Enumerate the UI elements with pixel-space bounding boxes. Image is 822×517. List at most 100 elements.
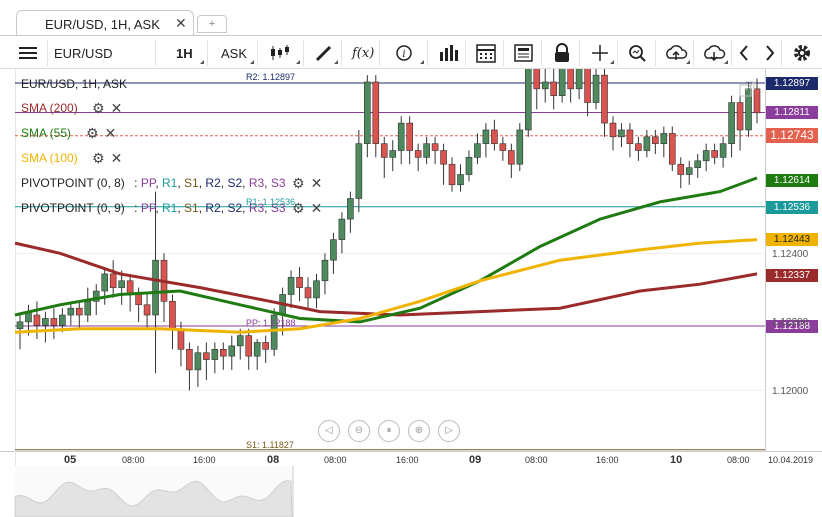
settings-button[interactable] (786, 40, 818, 66)
dropdown-corner-icon (334, 60, 338, 64)
candle-body (482, 129, 490, 144)
popout-icon[interactable] (738, 80, 756, 98)
candle-body (143, 304, 151, 316)
candle-body (719, 143, 727, 158)
volume-button[interactable] (430, 40, 466, 66)
candle-body (355, 143, 363, 199)
candle-body (372, 81, 380, 144)
candle-body (287, 277, 295, 295)
download-button[interactable] (696, 40, 732, 66)
candle-body (694, 160, 702, 168)
time-label: 08:00 (525, 455, 548, 465)
close-icon[interactable]: ✕ (105, 125, 117, 142)
function-icon: f(x) (352, 46, 375, 61)
candle-body (50, 318, 58, 326)
navigator-window (293, 466, 765, 517)
menu-button[interactable] (8, 40, 48, 66)
candle-body (643, 136, 651, 151)
gear-icon (794, 45, 810, 61)
candle-body (406, 122, 413, 151)
bar-chart-icon (440, 45, 458, 61)
pivot-pp: PP (140, 176, 156, 190)
close-icon[interactable]: ✕ (111, 100, 123, 117)
price-chart[interactable] (0, 69, 822, 517)
gear-icon[interactable]: ⚙ (92, 150, 105, 167)
pivot-s3: S3 (270, 176, 286, 190)
tab-close-icon[interactable]: ✕ (175, 15, 187, 32)
candle-body (423, 143, 430, 158)
candle-body (508, 150, 515, 165)
side-selector[interactable]: ASK (212, 40, 258, 66)
chart-area[interactable]: EUR/USD, 1H, ASK SMA (200) ⚙ ✕ SMA (55) … (0, 69, 822, 517)
candle-body (347, 198, 354, 220)
upload-button[interactable] (658, 40, 694, 66)
zoom-button[interactable] (620, 40, 656, 66)
pivot-r2: R2 (205, 176, 221, 190)
s1-level-label: S1: 1.11827 (246, 440, 294, 450)
dropdown-corner-icon (296, 60, 300, 64)
candle-body (524, 69, 532, 131)
candle-body (440, 150, 447, 165)
chart-tab[interactable]: EUR/USD, 1H, ASK ✕ (16, 10, 194, 36)
new-tab-button[interactable]: + (197, 15, 227, 33)
candle-body (364, 81, 371, 144)
zoom-in-button[interactable]: ⊕ (408, 420, 430, 442)
candle-body (194, 352, 202, 371)
scroll-left-button[interactable] (732, 40, 756, 66)
candle-body (253, 342, 261, 357)
candle-body (499, 143, 507, 151)
calendar-button[interactable] (468, 40, 504, 66)
candle-body (533, 69, 541, 90)
candle-body (101, 273, 109, 292)
high-price-tag: 1.12811 (766, 106, 818, 119)
crosshair-button[interactable] (582, 40, 618, 66)
candle-body (236, 335, 244, 347)
day-label: 08 (267, 454, 280, 466)
symbol-selector[interactable]: EUR/USD (48, 40, 156, 66)
timeframe-selector[interactable]: 1H (160, 40, 208, 66)
price-axis-divider (765, 69, 766, 451)
dropdown-corner-icon (724, 60, 728, 64)
lock-button[interactable] (544, 40, 580, 66)
pivot-r2: R2 (205, 201, 221, 215)
info-button[interactable]: i (388, 40, 428, 66)
candle-body (601, 74, 608, 124)
pivot-s1: S1 (184, 201, 199, 215)
pan-right-button[interactable]: ▷ (438, 420, 460, 442)
candle-body (474, 143, 481, 158)
candle-body (702, 150, 710, 162)
gear-icon[interactable]: ⚙ (86, 125, 99, 142)
sma55-label: SMA (55) (21, 126, 72, 140)
candle-body (389, 150, 397, 158)
zoom-out-button[interactable]: ⊖ (348, 420, 370, 442)
price-axis-label: 1.12400 (772, 249, 809, 260)
candle-body (296, 277, 303, 288)
news-button[interactable] (506, 40, 542, 66)
chart-type-button[interactable] (260, 40, 304, 66)
gear-icon[interactable]: ⚙ (292, 175, 305, 192)
close-icon[interactable]: ✕ (311, 175, 323, 192)
candle-body (677, 163, 685, 175)
pan-left-button[interactable]: ◁ (318, 420, 340, 442)
close-icon[interactable]: ✕ (311, 200, 323, 217)
time-label: 08:00 (122, 455, 145, 465)
comma: , (177, 176, 181, 190)
candle-body (228, 345, 236, 357)
draw-tool-button[interactable] (306, 40, 342, 66)
r2-price-tag: 1.12897 (766, 77, 818, 90)
candle-body (592, 74, 600, 103)
time-axis-divider (0, 451, 822, 452)
time-label: 16:00 (596, 455, 619, 465)
close-icon[interactable]: ✕ (111, 150, 123, 167)
legend-pivot-1: PIVOTPOINT (0, 8) : PP, R1, S1, R2, S2, … (21, 176, 286, 190)
gear-icon[interactable]: ⚙ (92, 100, 105, 117)
dropdown-corner-icon (420, 60, 424, 64)
side-label: ASK (221, 46, 248, 61)
scroll-right-button[interactable] (758, 40, 782, 66)
indicators-button[interactable]: f(x) (344, 40, 380, 66)
pivot-separator: : (134, 176, 138, 190)
r1-level-label: R1: 1.12536 (246, 197, 296, 207)
reset-button[interactable]: ⏸ (378, 420, 400, 442)
candle-body (67, 307, 75, 316)
candle-body (414, 150, 422, 158)
